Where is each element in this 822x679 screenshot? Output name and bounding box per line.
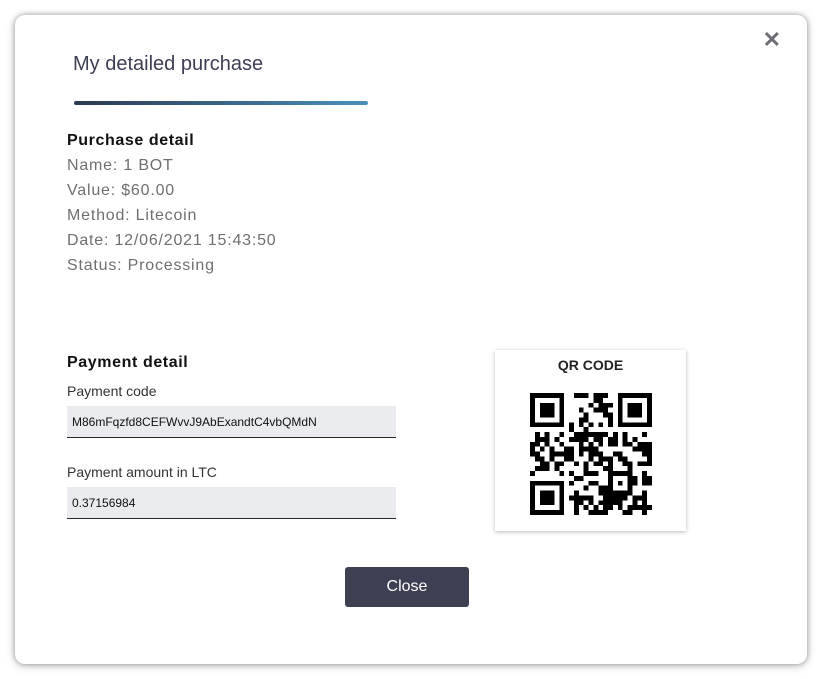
close-button[interactable]: Close [345, 567, 469, 607]
payment-detail-heading: Payment detail [67, 354, 189, 371]
modal-title: My detailed purchase [73, 53, 264, 75]
payment-code-label: Payment code [67, 383, 157, 399]
purchase-value: Value: $60.00 [67, 182, 175, 199]
payment-code-field[interactable] [67, 406, 396, 438]
purchase-status: Status: Processing [67, 257, 215, 274]
purchase-detail-modal: ✕ My detailed purchase Purchase detail N… [15, 15, 807, 664]
purchase-date: Date: 12/06/2021 15:43:50 [67, 232, 277, 249]
purchase-name: Name: 1 BOT [67, 157, 174, 174]
purchase-detail-heading: Purchase detail [67, 132, 195, 149]
close-icon[interactable]: ✕ [763, 29, 781, 51]
qr-code-title: QR CODE [557, 357, 624, 373]
payment-amount-label: Payment amount in LTC [67, 464, 217, 480]
qr-code-image [530, 393, 652, 515]
title-underline [74, 101, 368, 105]
purchase-method: Method: Litecoin [67, 207, 198, 224]
qr-code-card: QR CODE [495, 350, 686, 531]
payment-amount-field[interactable] [67, 487, 396, 519]
